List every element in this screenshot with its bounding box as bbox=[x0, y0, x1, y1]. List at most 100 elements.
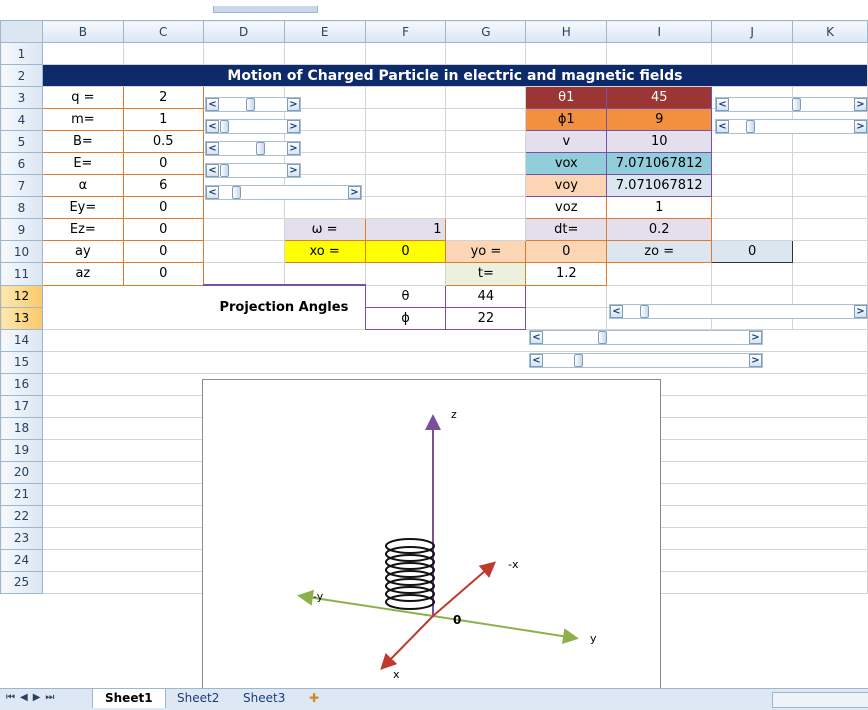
column-header[interactable]: I bbox=[606, 20, 713, 43]
ay-label[interactable]: ay bbox=[41, 240, 124, 263]
alpha-scrollbar[interactable]: < > bbox=[205, 185, 362, 200]
scroll-left-icon[interactable]: < bbox=[530, 331, 543, 344]
row-header[interactable]: 11 bbox=[0, 262, 43, 286]
row-header[interactable]: 3 bbox=[0, 86, 43, 109]
q-label[interactable]: q = bbox=[41, 86, 124, 109]
column-header[interactable]: F bbox=[364, 20, 447, 43]
row-header[interactable]: 12 bbox=[0, 284, 43, 308]
scroll-thumb[interactable] bbox=[640, 305, 649, 318]
row-header[interactable]: 7 bbox=[0, 174, 43, 197]
scroll-left-icon[interactable]: < bbox=[206, 98, 219, 111]
row-header[interactable]: 17 bbox=[0, 394, 43, 418]
scroll-right-icon[interactable]: > bbox=[287, 142, 300, 155]
scroll-left-icon[interactable]: < bbox=[206, 142, 219, 155]
column-header[interactable]: B bbox=[41, 20, 124, 43]
E-label[interactable]: E= bbox=[41, 152, 124, 175]
xo-label[interactable]: xo = bbox=[283, 240, 366, 263]
az-label[interactable]: az bbox=[41, 262, 124, 286]
xo-value[interactable]: 0 bbox=[364, 240, 447, 263]
phi-label[interactable]: ϕ bbox=[364, 306, 447, 330]
scroll-left-icon[interactable]: < bbox=[206, 164, 219, 177]
q-scrollbar[interactable]: < > bbox=[205, 97, 301, 112]
scroll-right-icon[interactable]: > bbox=[287, 98, 300, 111]
column-header[interactable]: K bbox=[792, 20, 868, 43]
column-header[interactable]: C bbox=[122, 20, 204, 43]
Ez-value[interactable]: 0 bbox=[122, 218, 204, 241]
voy-value[interactable]: 7.071067812 bbox=[606, 174, 713, 197]
cell[interactable] bbox=[606, 42, 713, 65]
scroll-thumb[interactable] bbox=[574, 354, 583, 367]
dt-value[interactable]: 0.2 bbox=[606, 218, 713, 241]
theta-scrollbar[interactable]: < > bbox=[529, 330, 763, 345]
t-scrollbar[interactable]: < > bbox=[609, 304, 868, 319]
tab-sheet2[interactable]: Sheet2 bbox=[165, 689, 231, 708]
B-scrollbar[interactable]: < > bbox=[205, 141, 301, 156]
cell[interactable] bbox=[792, 196, 868, 219]
scroll-right-icon[interactable]: > bbox=[854, 98, 867, 111]
scroll-thumb[interactable] bbox=[256, 142, 265, 155]
row-header[interactable]: 2 bbox=[0, 64, 43, 87]
cell[interactable] bbox=[445, 196, 527, 219]
cell[interactable] bbox=[445, 86, 527, 109]
v-value[interactable]: 10 bbox=[606, 130, 713, 153]
row-header[interactable]: 14 bbox=[0, 328, 43, 352]
row-header[interactable]: 22 bbox=[0, 504, 43, 528]
yo-label[interactable]: yo = bbox=[445, 240, 527, 263]
tab-sheet1[interactable]: Sheet1 bbox=[92, 689, 166, 708]
scroll-right-icon[interactable]: > bbox=[348, 186, 361, 199]
scroll-left-icon[interactable]: < bbox=[206, 120, 219, 133]
zo-value[interactable]: 0 bbox=[711, 240, 794, 263]
theta1-label[interactable]: θ1 bbox=[525, 86, 608, 109]
E-scrollbar[interactable]: < > bbox=[205, 163, 301, 178]
yo-value[interactable]: 0 bbox=[525, 240, 608, 263]
m-label[interactable]: m= bbox=[41, 108, 124, 131]
row-header[interactable]: 10 bbox=[0, 240, 43, 263]
cell[interactable] bbox=[525, 284, 608, 308]
cell[interactable] bbox=[792, 152, 868, 175]
phi1-value[interactable]: 9 bbox=[606, 108, 713, 131]
row-header[interactable]: 6 bbox=[0, 152, 43, 175]
ay-value[interactable]: 0 bbox=[122, 240, 204, 263]
cell[interactable] bbox=[364, 262, 447, 286]
cell[interactable] bbox=[711, 218, 794, 241]
v-label[interactable]: v bbox=[525, 130, 608, 153]
omega-value[interactable]: 1 bbox=[364, 218, 447, 241]
t-label[interactable]: t= bbox=[445, 262, 527, 286]
row-header[interactable]: 9 bbox=[0, 218, 43, 241]
cell[interactable] bbox=[525, 306, 608, 330]
horizontal-scrollbar[interactable] bbox=[772, 692, 868, 708]
phi-scrollbar[interactable]: < > bbox=[529, 353, 763, 368]
cell[interactable] bbox=[445, 218, 527, 241]
cell[interactable] bbox=[792, 262, 868, 286]
az-value[interactable]: 0 bbox=[122, 262, 204, 286]
column-header[interactable]: H bbox=[525, 20, 608, 43]
phi1-scrollbar[interactable]: < > bbox=[715, 119, 868, 134]
cell[interactable] bbox=[792, 240, 868, 263]
cell[interactable] bbox=[711, 152, 794, 175]
t-value[interactable]: 1.2 bbox=[525, 262, 608, 286]
column-header[interactable]: D bbox=[202, 20, 285, 43]
q-value[interactable]: 2 bbox=[122, 86, 204, 109]
theta1-scrollbar[interactable]: < > bbox=[715, 97, 868, 112]
cell[interactable] bbox=[364, 196, 447, 219]
cell[interactable] bbox=[792, 218, 868, 241]
vox-label[interactable]: vox bbox=[525, 152, 608, 175]
Ey-value[interactable]: 0 bbox=[122, 196, 204, 219]
scroll-thumb[interactable] bbox=[598, 331, 607, 344]
scroll-thumb[interactable] bbox=[792, 98, 801, 111]
cell[interactable] bbox=[445, 42, 527, 65]
omega-label[interactable]: ω = bbox=[283, 218, 366, 241]
cell[interactable] bbox=[445, 108, 527, 131]
scroll-left-icon[interactable]: < bbox=[206, 186, 219, 199]
scroll-right-icon[interactable]: > bbox=[287, 120, 300, 133]
sheet-title[interactable]: Motion of Charged Particle in electric a… bbox=[41, 64, 868, 87]
scroll-left-icon[interactable]: < bbox=[530, 354, 543, 367]
row-header[interactable]: 5 bbox=[0, 130, 43, 153]
scroll-thumb[interactable] bbox=[220, 120, 229, 133]
sheet-nav-icon[interactable]: ⏮◀▶⏭ bbox=[6, 692, 59, 703]
scroll-tab[interactable] bbox=[213, 6, 318, 13]
voz-label[interactable]: voz bbox=[525, 196, 608, 219]
alpha-value[interactable]: 6 bbox=[122, 174, 204, 197]
tab-sheet3[interactable]: Sheet3 bbox=[231, 689, 297, 708]
row-header[interactable]: 24 bbox=[0, 548, 43, 572]
